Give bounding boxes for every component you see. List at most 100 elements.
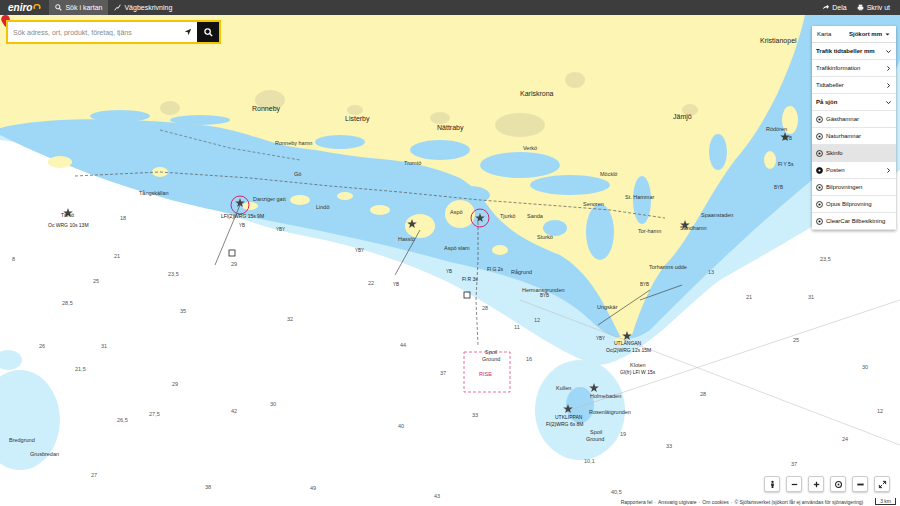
depth-label: 21,5 [75, 367, 86, 373]
chevron-right-icon [885, 65, 892, 72]
depth-label: 22 [368, 281, 374, 287]
layer-icon [816, 150, 823, 157]
town-label: Karlskrona [520, 90, 553, 97]
map-type-tab[interactable]: Sjökort mm [844, 26, 896, 42]
depth-label: 29 [172, 382, 178, 388]
map[interactable]: RonnebyKarlskronaNättrabyListerbyJämjöKr… [0, 15, 900, 506]
place-label: Lindö [316, 205, 329, 211]
footer-link[interactable]: Ansvarig utgivare [658, 499, 697, 505]
search-button[interactable] [197, 22, 219, 42]
map-footer: Rapportera fel ·Ansvarig utgivare ·Om co… [617, 497, 900, 506]
depth-label: 33 [472, 413, 478, 419]
layer-panel: Karta Sjökort mm Trafik tidtabeller mm T… [812, 26, 896, 230]
buoy-label: YBY [276, 228, 285, 233]
light-label: Gl(fr) LFl W 15s [620, 370, 655, 375]
place-label: Rödören [766, 127, 787, 133]
place-label: Holmebaden [590, 394, 621, 400]
depth-label: 37 [440, 371, 446, 377]
buoy-label: BYB [640, 283, 649, 288]
panel-item[interactable]: Gästhamnar [812, 111, 896, 128]
place-label: Kullen [556, 386, 571, 392]
depth-label: 32 [287, 317, 293, 323]
depth-label: 21 [746, 295, 752, 301]
top-action[interactable]: Dela [822, 4, 846, 11]
buoy-label: BYB [540, 294, 549, 299]
map-type-tab[interactable]: Karta [812, 26, 836, 42]
buoy-label: YB [239, 224, 245, 229]
panel-item-label: ClearCar Bilbesiktning [826, 218, 892, 224]
panel-item[interactable]: På sjön [812, 94, 896, 111]
depth-label: 19 [620, 432, 626, 438]
depth-label: 29 [231, 262, 237, 268]
place-label: Aspö slam [444, 246, 470, 252]
expand-button[interactable] [874, 476, 890, 492]
locate-arrow-icon[interactable] [184, 28, 192, 36]
plus-icon [812, 480, 821, 489]
place-label: Danziger gatt [253, 197, 286, 203]
footer-link[interactable]: Rapportera fel [621, 499, 653, 505]
panel-item-label: Naturhamnar [826, 133, 892, 139]
minus-icon [790, 480, 799, 489]
bar-button[interactable] [852, 476, 868, 492]
area-label: RISE [479, 372, 492, 378]
place-label: Hasslö [398, 237, 415, 243]
light-label: LFl(2)WRG 15s 9M [221, 214, 264, 219]
search-icon [204, 28, 213, 37]
top-action[interactable]: Skriv ut [857, 4, 890, 11]
panel-item[interactable]: Bilprovningen [812, 179, 896, 196]
nautical-chart [0, 15, 900, 506]
layer-icon [816, 167, 823, 174]
panel-item[interactable]: ClearCar Bilbesiktning [812, 213, 896, 230]
place-label: Rosenlätgrunden [589, 410, 631, 416]
top-tab[interactable]: Sök i kartan [49, 0, 108, 15]
top-tab[interactable]: Vägbeskrivning [108, 0, 178, 15]
map-type-label: Sjökort mm [849, 31, 882, 37]
logo-swirl-icon [33, 4, 41, 12]
footer-link[interactable]: Om cookies [702, 499, 728, 505]
town-label: Ronneby [252, 105, 280, 112]
depth-label: 40,5 [611, 490, 622, 496]
depth-label: 25 [793, 338, 799, 344]
depth-label: 37 [791, 462, 797, 468]
panel-item[interactable]: Skinfo [812, 145, 896, 162]
depth-label: 43 [434, 494, 440, 500]
bar-icon [856, 480, 865, 489]
panel-item-label: Trafikinformation [816, 65, 882, 71]
depth-label: 28 [700, 392, 706, 398]
place-label: Ground [482, 357, 500, 363]
minus-button[interactable] [786, 476, 802, 492]
search-input[interactable] [8, 22, 179, 42]
depth-label: 42 [231, 409, 237, 415]
panel-item[interactable]: Trafikinformation [812, 60, 896, 77]
chevron-down-icon [885, 48, 892, 55]
depth-label: 40 [398, 424, 404, 430]
panel-item[interactable]: Posten [812, 162, 896, 179]
target-button[interactable] [830, 476, 846, 492]
panel-item[interactable]: Naturhamnar [812, 128, 896, 145]
person-button[interactable] [764, 476, 780, 492]
map-type-label: Karta [817, 31, 831, 37]
plus-button[interactable] [808, 476, 824, 492]
place-label: Hermansgrunden [522, 288, 565, 294]
depth-label: 27 [91, 473, 97, 479]
depth-label: 26,5 [117, 418, 128, 424]
panel-item[interactable]: Opus Bilprovning [812, 196, 896, 213]
town-label: Listerby [345, 115, 370, 122]
depth-label: 31 [808, 295, 814, 301]
place-label: Torhamns udde [649, 265, 687, 271]
light-label: UTLÄNGAN [614, 341, 641, 346]
light-label: UTKLIPPAN [555, 415, 582, 420]
depth-label: 23,5 [820, 257, 831, 263]
panel-item[interactable]: Trafik tidtabeller mm [812, 43, 896, 60]
layer-icon [816, 116, 823, 123]
depth-label: 24 [842, 437, 848, 443]
logo[interactable]: eniro [0, 0, 49, 15]
depth-label: 35 [180, 309, 186, 315]
buoy-label: YB [393, 283, 399, 288]
map-controls [764, 476, 890, 492]
route-icon [114, 4, 121, 11]
layer-icon [816, 184, 823, 191]
depth-label: 33 [666, 444, 672, 450]
panel-item[interactable]: Tidtabeller [812, 77, 896, 94]
place-label: Ground [586, 437, 604, 443]
